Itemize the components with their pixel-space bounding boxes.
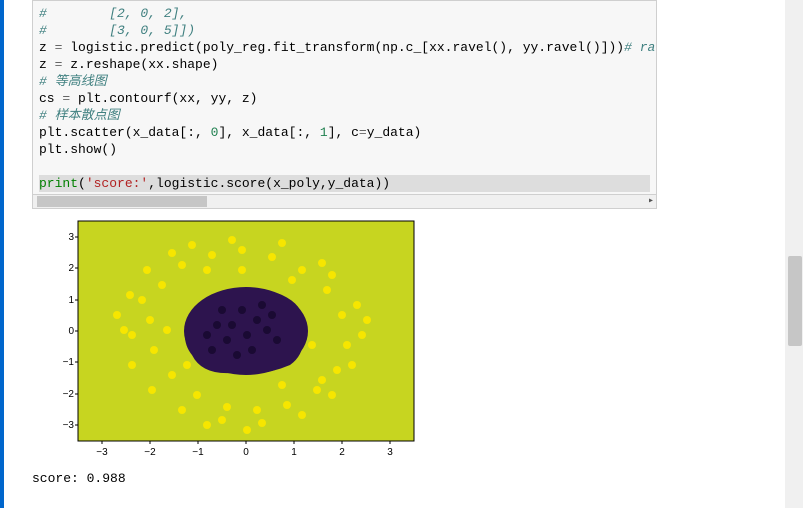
code-block: # [2, 0, 2], # [3, 0, 5]]) z = logistic.…: [32, 0, 657, 195]
svg-text:3: 3: [68, 232, 74, 243]
svg-text:1: 1: [291, 447, 297, 458]
y-axis-ticks: 3 2 1 0 −1 −2 −3: [63, 232, 78, 431]
svg-text:−1: −1: [192, 447, 204, 458]
hscroll-thumb[interactable]: [37, 196, 207, 207]
svg-text:0: 0: [68, 326, 74, 337]
code-line: z = logistic.predict(poly_reg.fit_transf…: [39, 40, 657, 55]
code-line: # [3, 0, 5]]): [39, 23, 195, 38]
contour-blob-edge: [185, 288, 303, 374]
horizontal-scrollbar[interactable]: ▸: [32, 195, 657, 209]
vscroll-thumb[interactable]: [788, 256, 802, 346]
code-line: [39, 159, 47, 174]
code-line: z = z.reshape(xx.shape): [39, 57, 218, 72]
code-line-highlighted: print('score:',logistic.score(x_poly,y_d…: [39, 175, 650, 192]
svg-text:2: 2: [339, 447, 345, 458]
page-container: # [2, 0, 2], # [3, 0, 5]]) z = logistic.…: [0, 0, 803, 508]
hscroll-right-arrow-icon[interactable]: ▸: [648, 195, 654, 206]
output-score-text: score: 0.988: [32, 471, 799, 486]
svg-text:−1: −1: [63, 357, 75, 368]
code-cell: # [2, 0, 2], # [3, 0, 5]]) z = logistic.…: [32, 0, 799, 209]
matplotlib-figure: 3 2 1 0 −1 −2 −3 −3 −2 −1 0 1 2 3: [32, 215, 432, 465]
code-line: # 样本散点图: [39, 108, 120, 123]
svg-text:−2: −2: [144, 447, 156, 458]
svg-text:0: 0: [243, 447, 249, 458]
code-line: # [2, 0, 2],: [39, 6, 187, 21]
code-line: plt.scatter(x_data[:, 0], x_data[:, 1], …: [39, 125, 421, 140]
svg-text:3: 3: [387, 447, 393, 458]
x-axis-ticks: −3 −2 −1 0 1 2 3: [96, 441, 393, 458]
svg-text:1: 1: [68, 295, 74, 306]
svg-text:−2: −2: [63, 389, 75, 400]
code-line: plt.show(): [39, 142, 117, 157]
code-line: # 等高线图: [39, 74, 107, 89]
plot-output: 3 2 1 0 −1 −2 −3 −3 −2 −1 0 1 2 3: [32, 215, 432, 465]
vertical-scrollbar[interactable]: [785, 0, 803, 508]
svg-text:2: 2: [68, 263, 74, 274]
svg-text:−3: −3: [96, 447, 108, 458]
svg-text:−3: −3: [63, 420, 75, 431]
code-line: cs = plt.contourf(xx, yy, z): [39, 91, 257, 106]
